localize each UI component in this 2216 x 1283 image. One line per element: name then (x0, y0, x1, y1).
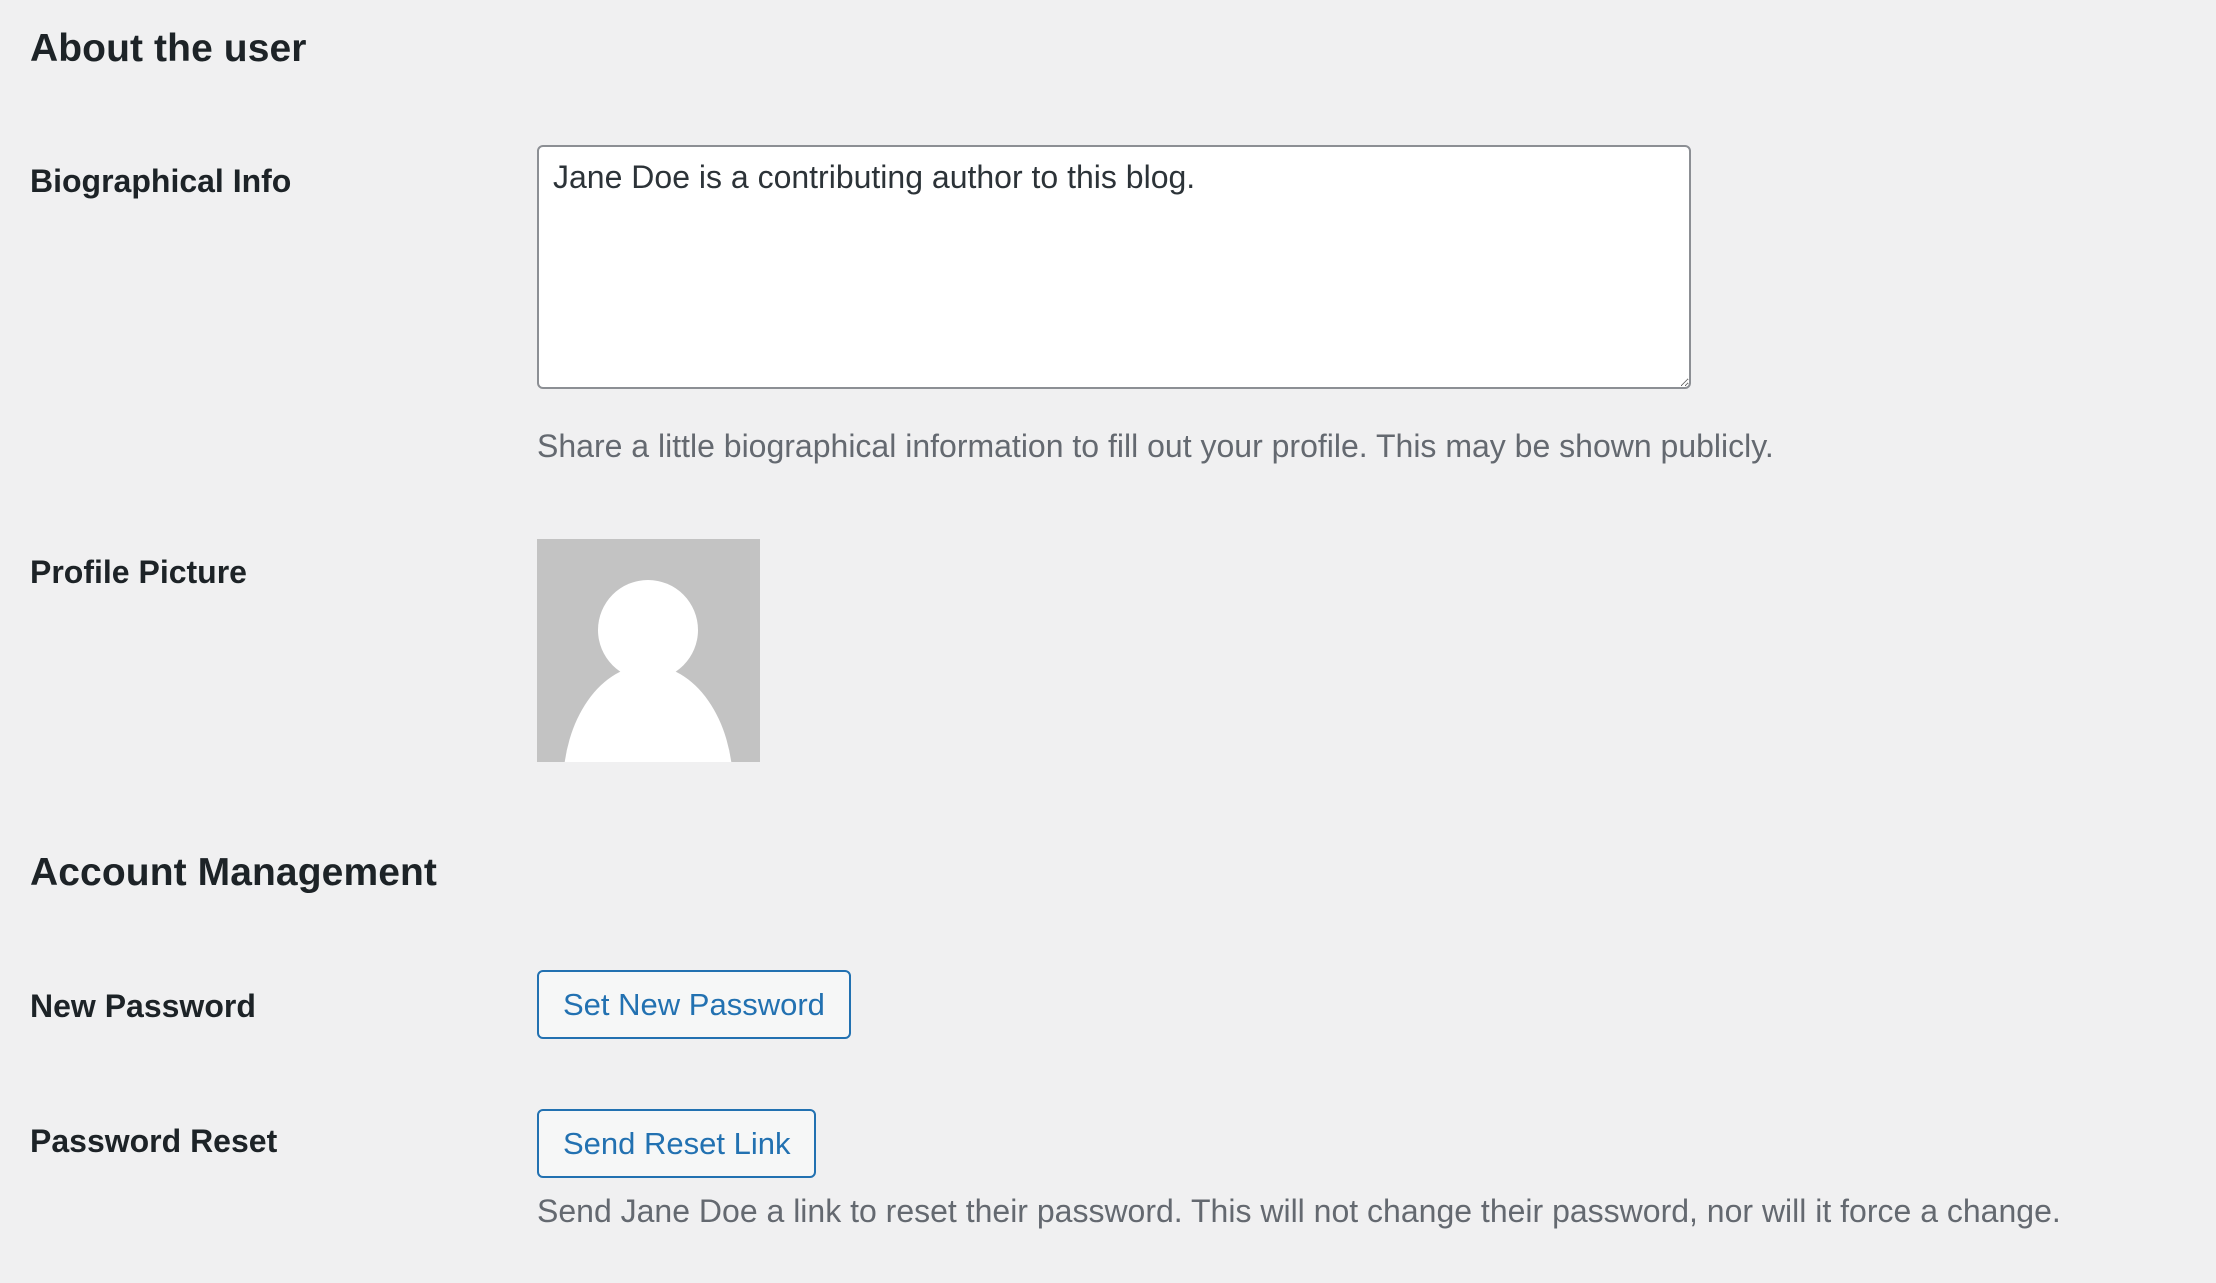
biographical-info-textarea[interactable]: Jane Doe is a contributing author to thi… (537, 145, 1691, 389)
about-user-heading: About the user (30, 27, 307, 70)
new-password-label: New Password (30, 988, 256, 1024)
password-reset-label: Password Reset (30, 1123, 278, 1159)
set-new-password-button[interactable]: Set New Password (537, 970, 851, 1039)
password-reset-description: Send Jane Doe a link to reset their pass… (537, 1193, 2061, 1229)
account-management-heading: Account Management (30, 851, 438, 894)
biographical-info-label: Biographical Info (30, 163, 292, 199)
profile-picture-label: Profile Picture (30, 554, 247, 590)
default-avatar-icon (564, 580, 732, 762)
send-reset-link-button[interactable]: Send Reset Link (537, 1109, 817, 1178)
profile-picture-avatar (537, 539, 760, 762)
biographical-info-description: Share a little biographical information … (537, 428, 1774, 464)
